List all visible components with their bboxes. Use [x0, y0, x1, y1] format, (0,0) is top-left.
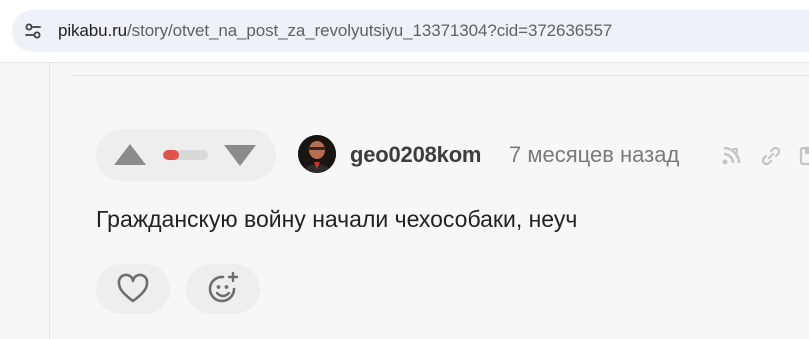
left-sidebar-strip — [0, 63, 50, 339]
upvote-button[interactable] — [114, 144, 146, 165]
heart-icon — [117, 273, 149, 303]
rating-bar — [163, 150, 208, 160]
rating-bar-fill — [163, 150, 179, 160]
browser-toolbar: pikabu.ru/story/otvet_na_post_za_revolyu… — [0, 0, 809, 63]
link-icon[interactable] — [758, 143, 784, 169]
comment-container: geo0208kom 7 месяцев назад Гражданскую в… — [50, 63, 809, 339]
address-bar[interactable]: pikabu.ru/story/otvet_na_post_za_revolyu… — [12, 10, 809, 52]
url-host: pikabu.ru — [58, 21, 128, 40]
site-info-button[interactable] — [18, 16, 48, 46]
branch-icon[interactable] — [718, 143, 744, 169]
comment-text: Гражданскую войну начали чехособаки, неу… — [96, 206, 578, 232]
avatar[interactable] — [298, 135, 336, 173]
save-icon[interactable] — [797, 143, 809, 169]
url-path: /story/otvet_na_post_za_revolyutsiyu_133… — [127, 21, 613, 40]
like-button[interactable] — [96, 264, 170, 314]
downvote-button[interactable] — [224, 145, 256, 166]
page-content: geo0208kom 7 месяцев назад Гражданскую в… — [0, 63, 809, 339]
avatar-image — [298, 135, 336, 173]
url-text[interactable]: pikabu.ru/story/otvet_na_post_za_revolyu… — [58, 21, 612, 41]
tune-icon — [25, 23, 41, 39]
divider — [72, 75, 809, 76]
add-reaction-button[interactable] — [186, 264, 260, 314]
vote-widget — [96, 129, 276, 181]
add-reaction-icon — [208, 271, 239, 303]
comment-time[interactable]: 7 месяцев назад — [509, 142, 679, 168]
comment-author[interactable]: geo0208kom — [350, 142, 481, 168]
